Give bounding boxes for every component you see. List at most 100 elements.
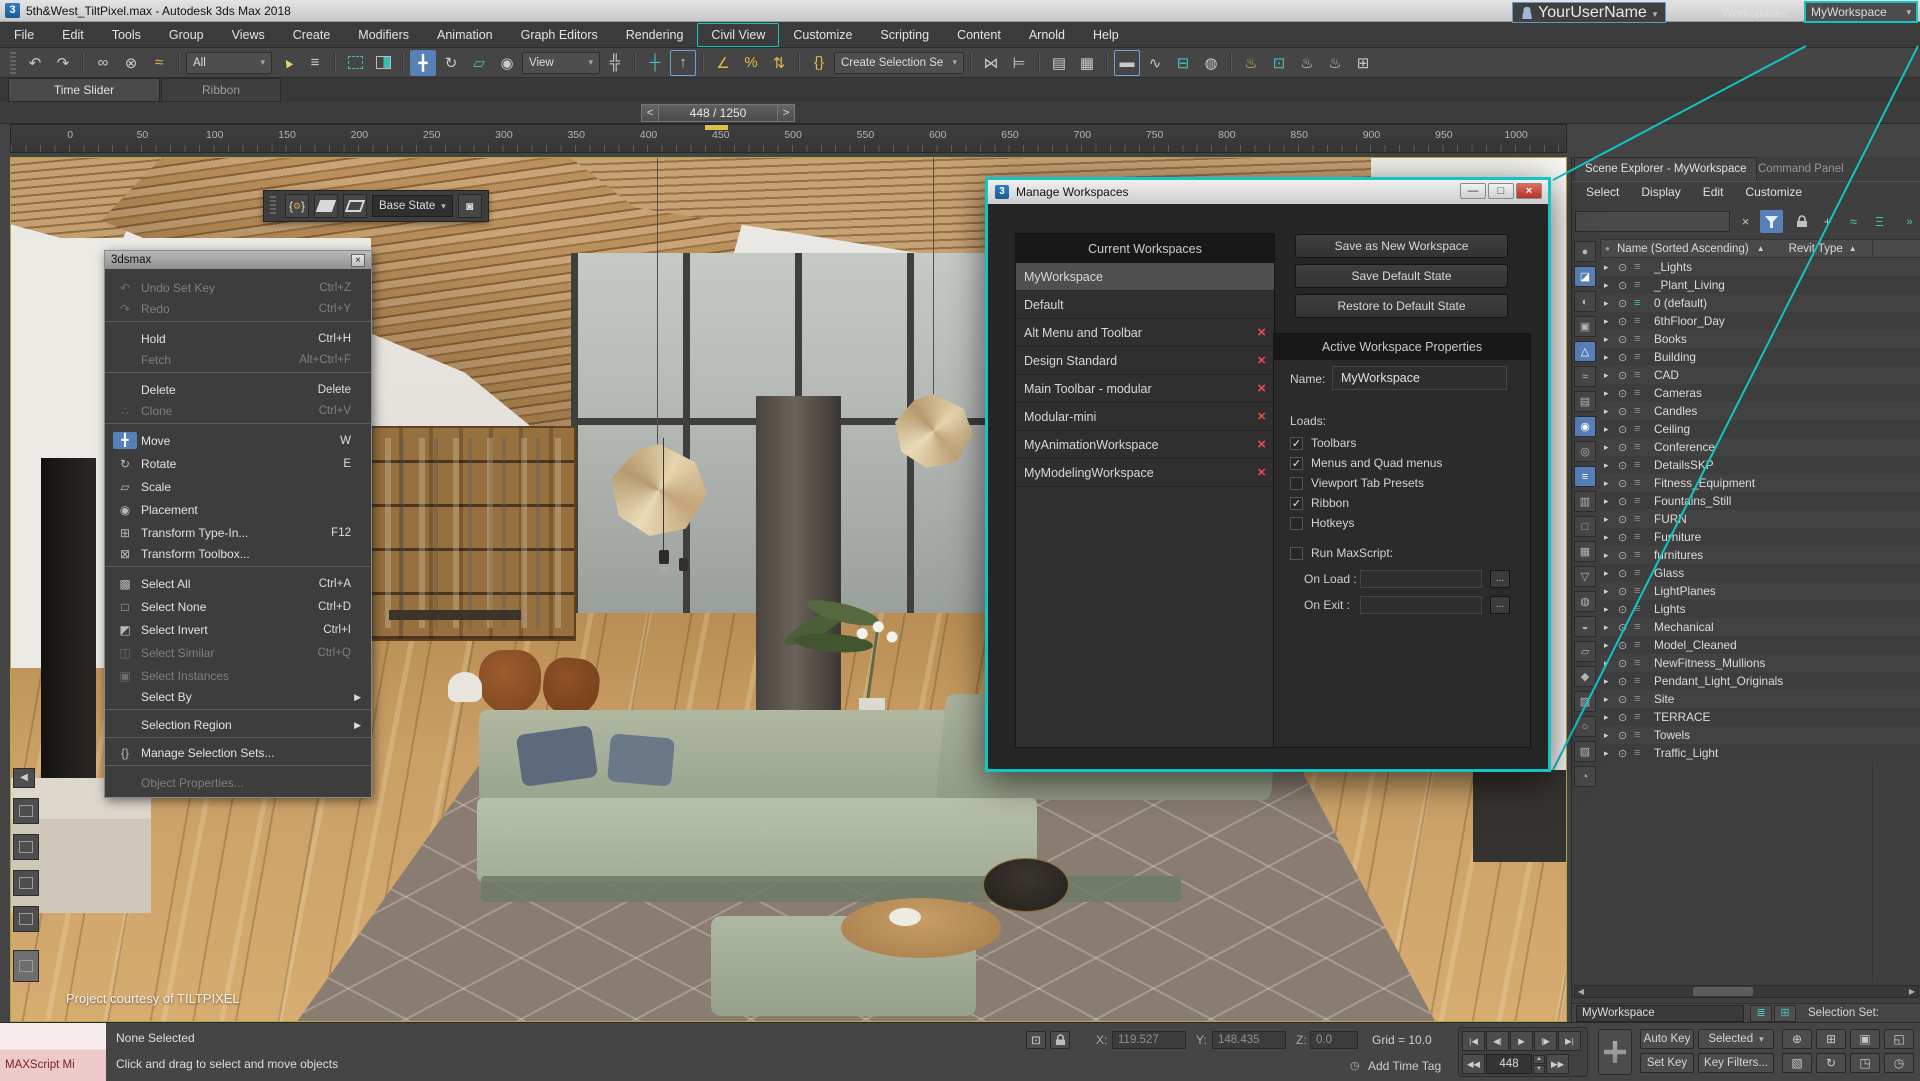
explorer-search-input[interactable] (1575, 211, 1730, 232)
layer-icon[interactable]: ≡ (1634, 657, 1654, 669)
workspace-list-item[interactable]: Alt Menu and Toolbar × (1016, 319, 1274, 347)
align-button[interactable]: ⊨ (1006, 50, 1032, 76)
expand-arrow-icon[interactable]: ▸ (1604, 496, 1618, 507)
maxscript-mini-listener[interactable]: MAXScript Mi (0, 1023, 106, 1081)
scene-explorer-row[interactable]: ▸ ⊙ ≡ _Lights (1600, 258, 1920, 276)
expand-arrow-icon[interactable]: ▸ (1604, 532, 1618, 543)
expand-arrow-icon[interactable]: ▸ (1604, 280, 1618, 291)
layer-icon[interactable]: ≡ (1634, 369, 1654, 381)
delete-workspace-icon[interactable]: × (1257, 437, 1266, 452)
expand-arrow-icon[interactable]: ▸ (1604, 658, 1618, 669)
workspace-name-input[interactable]: MyWorkspace (1332, 366, 1507, 390)
restore-to-default-state-button[interactable]: Restore to Default State (1295, 294, 1508, 318)
zoom-all-button[interactable]: ⊞ (1816, 1029, 1846, 1049)
menu-item[interactable]: Group (155, 23, 218, 47)
dialog-titlebar[interactable]: 3 Manage Workspaces — □ × (988, 180, 1548, 204)
layer-icon[interactable]: ≡ (1634, 279, 1654, 291)
toggle-layer-explorer-button[interactable]: ▦ (1074, 50, 1100, 76)
scene-explorer-row[interactable]: ▸ ⊙ ≡ Cameras (1600, 384, 1920, 402)
snaps-toggle-3d-button[interactable]: ↑ (670, 49, 696, 76)
viewport-layout-tab-active[interactable] (13, 950, 39, 982)
save-as-new-workspace-button[interactable]: Save as New Workspace (1295, 234, 1508, 258)
expand-arrow-icon[interactable]: ▸ (1604, 478, 1618, 489)
menu-item[interactable]: File (0, 23, 48, 47)
expand-arrow-icon[interactable]: ▸ (1604, 568, 1618, 579)
zoom-button[interactable]: ⊕ (1782, 1029, 1812, 1049)
expand-arrow-icon[interactable]: ▸ (1604, 262, 1618, 273)
on-load-browse-button[interactable]: ... (1490, 570, 1510, 588)
isolate-selection-toggle[interactable]: ⊡ (1026, 1031, 1046, 1049)
layer-icon[interactable]: ≡ (1634, 603, 1654, 615)
on-exit-field[interactable] (1360, 596, 1482, 614)
eye-icon[interactable]: ⊙ (1618, 729, 1634, 742)
eye-icon[interactable]: ⊙ (1618, 261, 1634, 274)
percent-snap-toggle[interactable]: % (738, 50, 764, 76)
previous-frame-button[interactable]: ◀| (1486, 1031, 1509, 1051)
expand-arrow-icon[interactable]: ▸ (1604, 514, 1618, 525)
play-button[interactable]: ▶ (1510, 1031, 1533, 1051)
material-editor-button[interactable]: ◍ (1198, 50, 1224, 76)
layer-icon[interactable]: ≡ (1634, 261, 1654, 273)
maximize-viewport-toggle[interactable]: ◳ (1850, 1053, 1880, 1073)
workspace-name-field[interactable]: MyWorkspace (1576, 1005, 1744, 1022)
expand-arrow-icon[interactable]: ▸ (1604, 604, 1618, 615)
zoom-region-button[interactable]: ◱ (1884, 1029, 1914, 1049)
render-iterative-button[interactable]: ♨ (1322, 50, 1348, 76)
quad-menu-item[interactable]: Fetch Alt+Ctrl+F ▶ (105, 350, 371, 373)
layer-icon[interactable]: ≡ (1634, 477, 1654, 489)
workspace-list-item[interactable]: Modular-mini × (1016, 403, 1274, 431)
auto-key-button[interactable]: Auto Key (1640, 1029, 1694, 1049)
delete-workspace-icon[interactable]: × (1257, 353, 1266, 368)
close-icon[interactable]: × (351, 253, 365, 267)
explorer-display-toggle[interactable]: ◉ (1574, 416, 1596, 437)
eye-icon[interactable]: ⊙ (1618, 459, 1634, 472)
expand-arrow-icon[interactable]: ▸ (1604, 388, 1618, 399)
next-frame-arrow[interactable]: > (777, 104, 795, 122)
time-slider-handle[interactable]: < 448 / 1250 > (641, 104, 795, 122)
selection-lock-toggle[interactable] (1050, 1031, 1070, 1049)
current-frame-field[interactable]: 448 (1486, 1054, 1532, 1074)
scene-explorer-row[interactable]: ▸ ⊙ ≡ CAD (1600, 366, 1920, 384)
scene-explorer-row[interactable]: ▸ ⊙ ≡ Candles (1600, 402, 1920, 420)
selection-filter-dropdown[interactable]: All (186, 51, 272, 74)
layer-icon[interactable]: ≡ (1634, 729, 1654, 741)
viewport-layout-tab-1[interactable] (13, 798, 39, 824)
expand-arrow-icon[interactable]: ▸ (1604, 550, 1618, 561)
curve-editor-button[interactable]: ∿ (1142, 50, 1168, 76)
window-crossing-toggle[interactable] (370, 50, 396, 76)
scene-explorer-row[interactable]: ▸ ⊙ ≡ TERRACE (1600, 708, 1920, 726)
layer-icon[interactable]: ≡ (1634, 711, 1654, 723)
explorer-display-toggle[interactable]: ○ (1574, 716, 1596, 737)
current-frame-marker[interactable] (705, 125, 728, 130)
explorer-display-toggle[interactable]: ▥ (1574, 491, 1596, 512)
menu-item[interactable]: Civil View (697, 22, 780, 47)
expand-arrow-icon[interactable]: ▸ (1604, 334, 1618, 345)
horizontal-scrollbar[interactable]: ◀ ▶ (1574, 985, 1919, 998)
spinner-snap-toggle[interactable]: ⇅ (766, 50, 792, 76)
quad-menu-item[interactable]: Delete Delete ▶ (105, 378, 371, 401)
layer-icon[interactable]: ≡ (1634, 675, 1654, 687)
explorer-display-toggle[interactable]: ≈ (1574, 366, 1596, 387)
explorer-display-toggle[interactable]: ◪ (1574, 266, 1596, 287)
quad-menu-item[interactable]: {} Manage Selection Sets... ▶ (105, 743, 371, 766)
tab-command-panel[interactable]: Command Panel (1748, 157, 1854, 180)
checkbox[interactable] (1290, 476, 1303, 490)
layer-icon[interactable]: ≡ (1634, 513, 1654, 525)
eye-icon[interactable]: ⊙ (1618, 639, 1634, 652)
select-and-uniform-scale-button[interactable]: ▱ (466, 50, 492, 76)
tab-ribbon[interactable]: Ribbon (161, 78, 281, 102)
layer-icon[interactable]: ≡ (1634, 549, 1654, 561)
undo-button[interactable]: ↶ (22, 50, 48, 76)
workspace-list-item[interactable]: Design Standard × (1016, 347, 1274, 375)
quad-menu-item[interactable]: ◫ Select Similar Ctrl+Q ▶ (105, 641, 371, 664)
quad-menu-item[interactable]: ⊞ Transform Type-In... F12 ▶ (105, 521, 371, 544)
scene-explorer-row[interactable]: ▸ ⊙ ≡ DetailsSKP (1600, 456, 1920, 474)
viewport-layout-tab-2[interactable] (13, 834, 39, 860)
scene-explorer-row[interactable]: ▸ ⊙ ≡ Pendant_Light_Originals (1600, 672, 1920, 690)
checkbox[interactable] (1290, 436, 1303, 450)
eye-icon[interactable]: ⊙ (1618, 675, 1634, 688)
explorer-menu-customize[interactable]: Customize (1745, 185, 1802, 199)
eye-icon[interactable]: ⊙ (1618, 657, 1634, 670)
quad-menu-item[interactable]: ▱ Scale ▶ (105, 475, 371, 498)
expand-arrow-icon[interactable]: ▸ (1604, 460, 1618, 471)
